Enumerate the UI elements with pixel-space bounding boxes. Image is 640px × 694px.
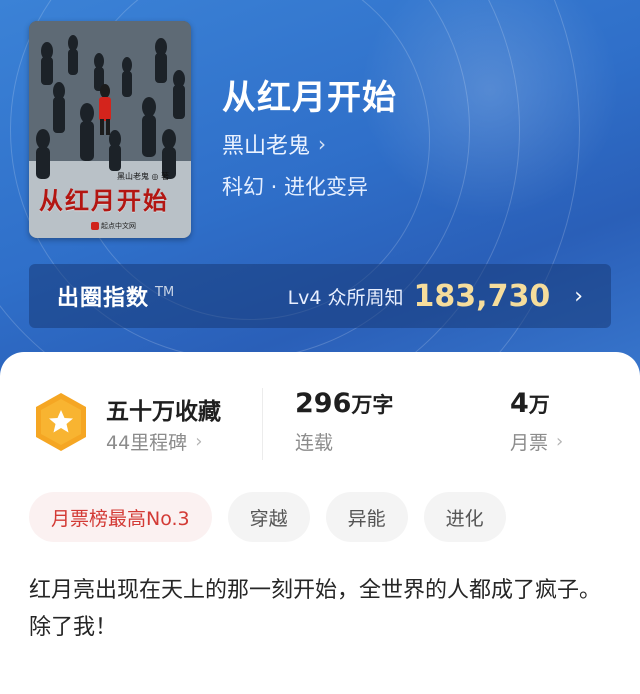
book-info-card: 五十万收藏 44里程碑 › 296万字 连载 4万 月票 › 月票榜最高No.3… bbox=[0, 352, 640, 694]
ticket-count-unit: 万 bbox=[528, 393, 550, 417]
monthly-ticket-label: 月票 bbox=[510, 432, 549, 454]
cover-publisher: 起点中文网 bbox=[91, 221, 136, 231]
book-title: 从红月开始 bbox=[222, 78, 397, 118]
popularity-index-bar[interactable]: 出圈指数 TM Lv4 众所周知 183,730 › bbox=[29, 264, 611, 328]
milestone-label: 44里程碑 bbox=[106, 432, 188, 454]
chevron-right-icon: › bbox=[574, 283, 583, 309]
star-badge-icon bbox=[36, 393, 86, 451]
author-name: 黑山老鬼 bbox=[222, 134, 311, 159]
publisher-logo-icon bbox=[91, 222, 99, 230]
chevron-right-icon: › bbox=[556, 431, 564, 452]
book-description[interactable]: 红月亮出现在天上的那一刻开始，全世界的人都成了疯子。 除了我！ bbox=[29, 572, 619, 646]
ticket-count-number: 4 bbox=[510, 388, 529, 419]
word-count-number: 296 bbox=[295, 388, 352, 419]
tag-list: 月票榜最高No.3 穿越 异能 进化 bbox=[29, 492, 506, 542]
monthly-ticket-link[interactable]: 月票 › bbox=[510, 428, 563, 455]
index-value: 183,730 bbox=[413, 278, 551, 314]
tag-rank[interactable]: 月票榜最高No.3 bbox=[29, 492, 212, 542]
serial-status: 连载 bbox=[295, 432, 334, 454]
cover-title: 从红月开始 bbox=[39, 186, 169, 215]
book-header: 黑山老鬼 ◎ 著 从红月开始 起点中文网 从红月开始 黑山老鬼 › 科幻 · 进… bbox=[0, 0, 640, 400]
trademark-mark: TM bbox=[155, 284, 175, 300]
tag-item[interactable]: 异能 bbox=[325, 492, 408, 542]
divider bbox=[262, 388, 263, 460]
book-genre: 科幻 · 进化变异 bbox=[222, 175, 369, 199]
collection-count: 五十万收藏 bbox=[106, 399, 221, 425]
index-level: Lv4 众所周知 bbox=[287, 286, 404, 309]
description-line: 红月亮出现在天上的那一刻开始，全世界的人都成了疯子。 bbox=[29, 578, 602, 603]
publisher-name: 起点中文网 bbox=[101, 222, 136, 230]
monthly-ticket-count: 4万 bbox=[510, 388, 550, 419]
milestone-link[interactable]: 44里程碑 › bbox=[106, 428, 202, 455]
chevron-right-icon: › bbox=[318, 132, 327, 156]
index-label: 出圈指数 bbox=[57, 286, 150, 311]
book-cover[interactable]: 黑山老鬼 ◎ 著 从红月开始 起点中文网 bbox=[29, 21, 191, 238]
tag-item[interactable]: 穿越 bbox=[227, 492, 310, 542]
chevron-right-icon: › bbox=[195, 431, 203, 452]
word-count: 296万字 bbox=[295, 388, 393, 419]
author-link[interactable]: 黑山老鬼 › bbox=[222, 128, 326, 160]
description-line: 除了我！ bbox=[29, 615, 118, 640]
stats-row: 五十万收藏 44里程碑 › 296万字 连载 4万 月票 › bbox=[0, 384, 640, 464]
tag-item[interactable]: 进化 bbox=[423, 492, 506, 542]
word-count-unit: 万字 bbox=[351, 393, 394, 417]
index-values: Lv4 众所周知 183,730 › bbox=[288, 279, 583, 314]
